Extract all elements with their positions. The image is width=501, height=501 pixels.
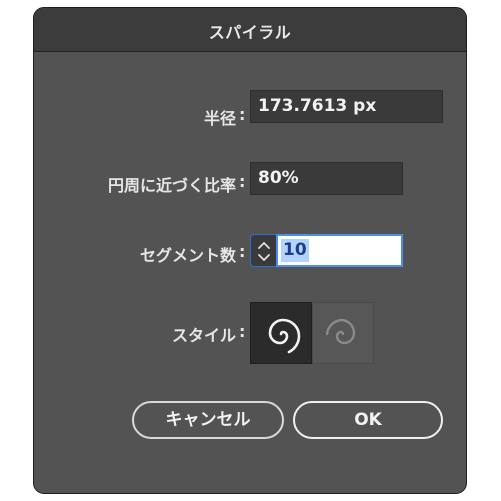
cancel-button[interactable]: キャンセル: [132, 401, 284, 439]
radius-label: 半径: [203, 109, 236, 128]
segments-colon: :: [239, 242, 246, 261]
decay-input[interactable]: 80%: [250, 162, 403, 195]
radius-input[interactable]: 173.7613 px: [250, 90, 443, 123]
spiral-clockwise-icon: [268, 318, 301, 354]
dialog-title: スパイラル: [208, 23, 292, 42]
segments-input[interactable]: 10: [276, 234, 403, 267]
stepper-arrows-icon: [258, 242, 270, 261]
radius-colon: :: [239, 105, 246, 124]
ok-button[interactable]: OK: [293, 401, 443, 439]
style-option-counterclockwise[interactable]: [312, 302, 374, 364]
segments-value: 10: [281, 239, 309, 262]
decay-colon: :: [239, 172, 246, 191]
segments-stepper[interactable]: [250, 234, 276, 267]
spiral-counterclockwise-icon: [325, 318, 356, 345]
style-colon: :: [239, 322, 246, 341]
title-bar[interactable]: スパイラル: [34, 8, 466, 52]
decay-label: 円周に近づく比率: [107, 176, 236, 195]
spiral-dialog: スパイラル 半径 : 173.7613 px 円周に近づく比率 : 80% セグ…: [33, 7, 467, 494]
style-option-clockwise[interactable]: [250, 302, 312, 364]
segments-label: セグメント数: [139, 246, 236, 265]
style-label: スタイル: [171, 326, 236, 345]
